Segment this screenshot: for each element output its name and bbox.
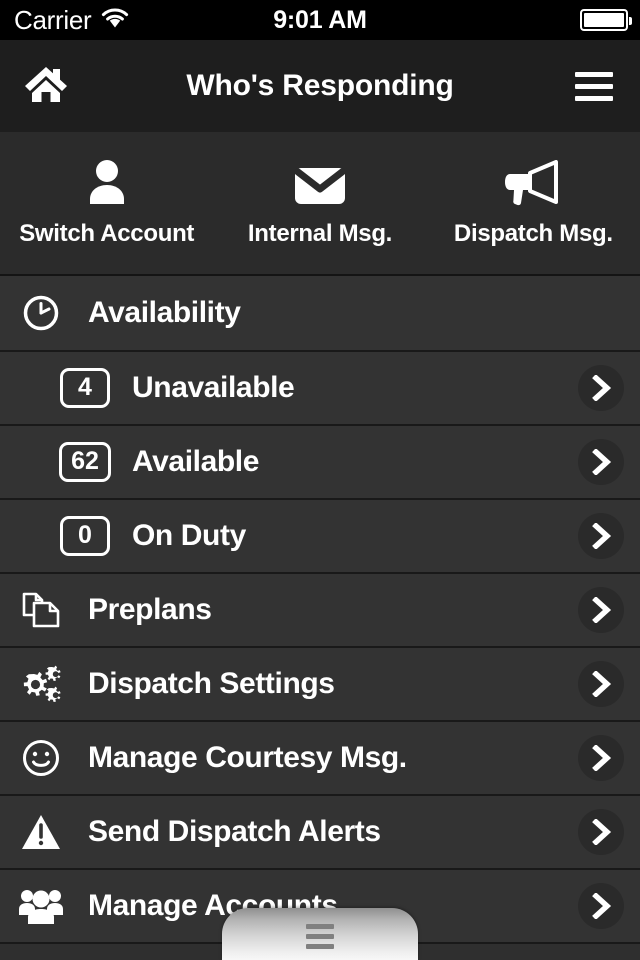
menu-row-send-dispatch-alerts[interactable]: Send Dispatch Alerts: [0, 796, 640, 870]
unavailable-count-badge: 4: [0, 367, 126, 409]
badge-value: 0: [60, 515, 110, 557]
send-dispatch-alerts-label: Send Dispatch Alerts: [88, 815, 381, 848]
dispatch-msg-button[interactable]: Dispatch Msg.: [427, 158, 640, 248]
internal-msg-label: Internal Msg.: [247, 220, 393, 247]
badge-value: 4: [60, 367, 110, 409]
menu-row-preplans[interactable]: Preplans: [0, 574, 640, 648]
page-title: Who's Responding: [186, 69, 454, 102]
bottom-drawer-handle[interactable]: [222, 908, 418, 960]
chevron-right-icon[interactable]: [578, 735, 624, 781]
app-screen: Carrier 9:01 AM Who's Responding Switch …: [0, 0, 640, 960]
chevron-right-icon[interactable]: [578, 883, 624, 929]
badge-value: 62: [59, 441, 111, 483]
clock-time: 9:01 AM: [273, 5, 367, 34]
envelope-icon: [293, 158, 347, 206]
home-button[interactable]: [0, 63, 92, 110]
menu-row-dispatch-settings[interactable]: Dispatch Settings: [0, 648, 640, 722]
switch-account-button[interactable]: Switch Account: [0, 158, 213, 248]
menu-button[interactable]: [548, 71, 640, 101]
manage-courtesy-msg-label: Manage Courtesy Msg.: [88, 741, 407, 774]
people-group-icon: [0, 887, 82, 925]
availability-row-unavailable[interactable]: 4 Unavailable: [0, 352, 640, 426]
home-icon: [24, 63, 68, 110]
internal-msg-button[interactable]: Internal Msg.: [213, 158, 426, 248]
quick-actions-bar: Switch Account Internal Msg. Dispatch Ms…: [0, 132, 640, 276]
clock-icon: [0, 294, 82, 332]
availability-label: Availability: [88, 296, 241, 329]
nav-bar: Who's Responding: [0, 40, 640, 132]
chevron-right-icon[interactable]: [578, 365, 624, 411]
hamburger-menu-icon: [575, 71, 613, 101]
battery-full-icon: [580, 9, 632, 31]
dispatch-settings-label: Dispatch Settings: [88, 667, 335, 700]
chevron-right-icon[interactable]: [578, 513, 624, 559]
status-bar: Carrier 9:01 AM: [0, 0, 640, 40]
hamburger-handle-icon: [306, 923, 334, 949]
warning-triangle-icon: [0, 812, 82, 852]
documents-icon: [0, 589, 82, 631]
main-list: Availability 4 Unavailable 62 Available: [0, 276, 640, 944]
on-duty-label: On Duty: [132, 519, 246, 552]
gears-icon: [0, 663, 82, 705]
availability-row-on-duty[interactable]: 0 On Duty: [0, 500, 640, 574]
megaphone-icon: [504, 158, 562, 206]
availability-section-header: Availability: [0, 276, 640, 352]
status-bar-right: [580, 9, 632, 31]
available-label: Available: [132, 445, 260, 478]
chevron-right-icon[interactable]: [578, 439, 624, 485]
dispatch-msg-label: Dispatch Msg.: [453, 220, 613, 247]
chevron-right-icon[interactable]: [578, 661, 624, 707]
switch-account-label: Switch Account: [19, 220, 195, 247]
smiley-icon: [0, 738, 82, 778]
preplans-label: Preplans: [88, 593, 212, 626]
chevron-right-icon[interactable]: [578, 809, 624, 855]
chevron-right-icon[interactable]: [578, 587, 624, 633]
unavailable-label: Unavailable: [132, 371, 295, 404]
person-icon: [84, 158, 130, 206]
menu-row-manage-courtesy-msg[interactable]: Manage Courtesy Msg.: [0, 722, 640, 796]
available-count-badge: 62: [0, 441, 126, 483]
availability-row-available[interactable]: 62 Available: [0, 426, 640, 500]
on-duty-count-badge: 0: [0, 515, 126, 557]
